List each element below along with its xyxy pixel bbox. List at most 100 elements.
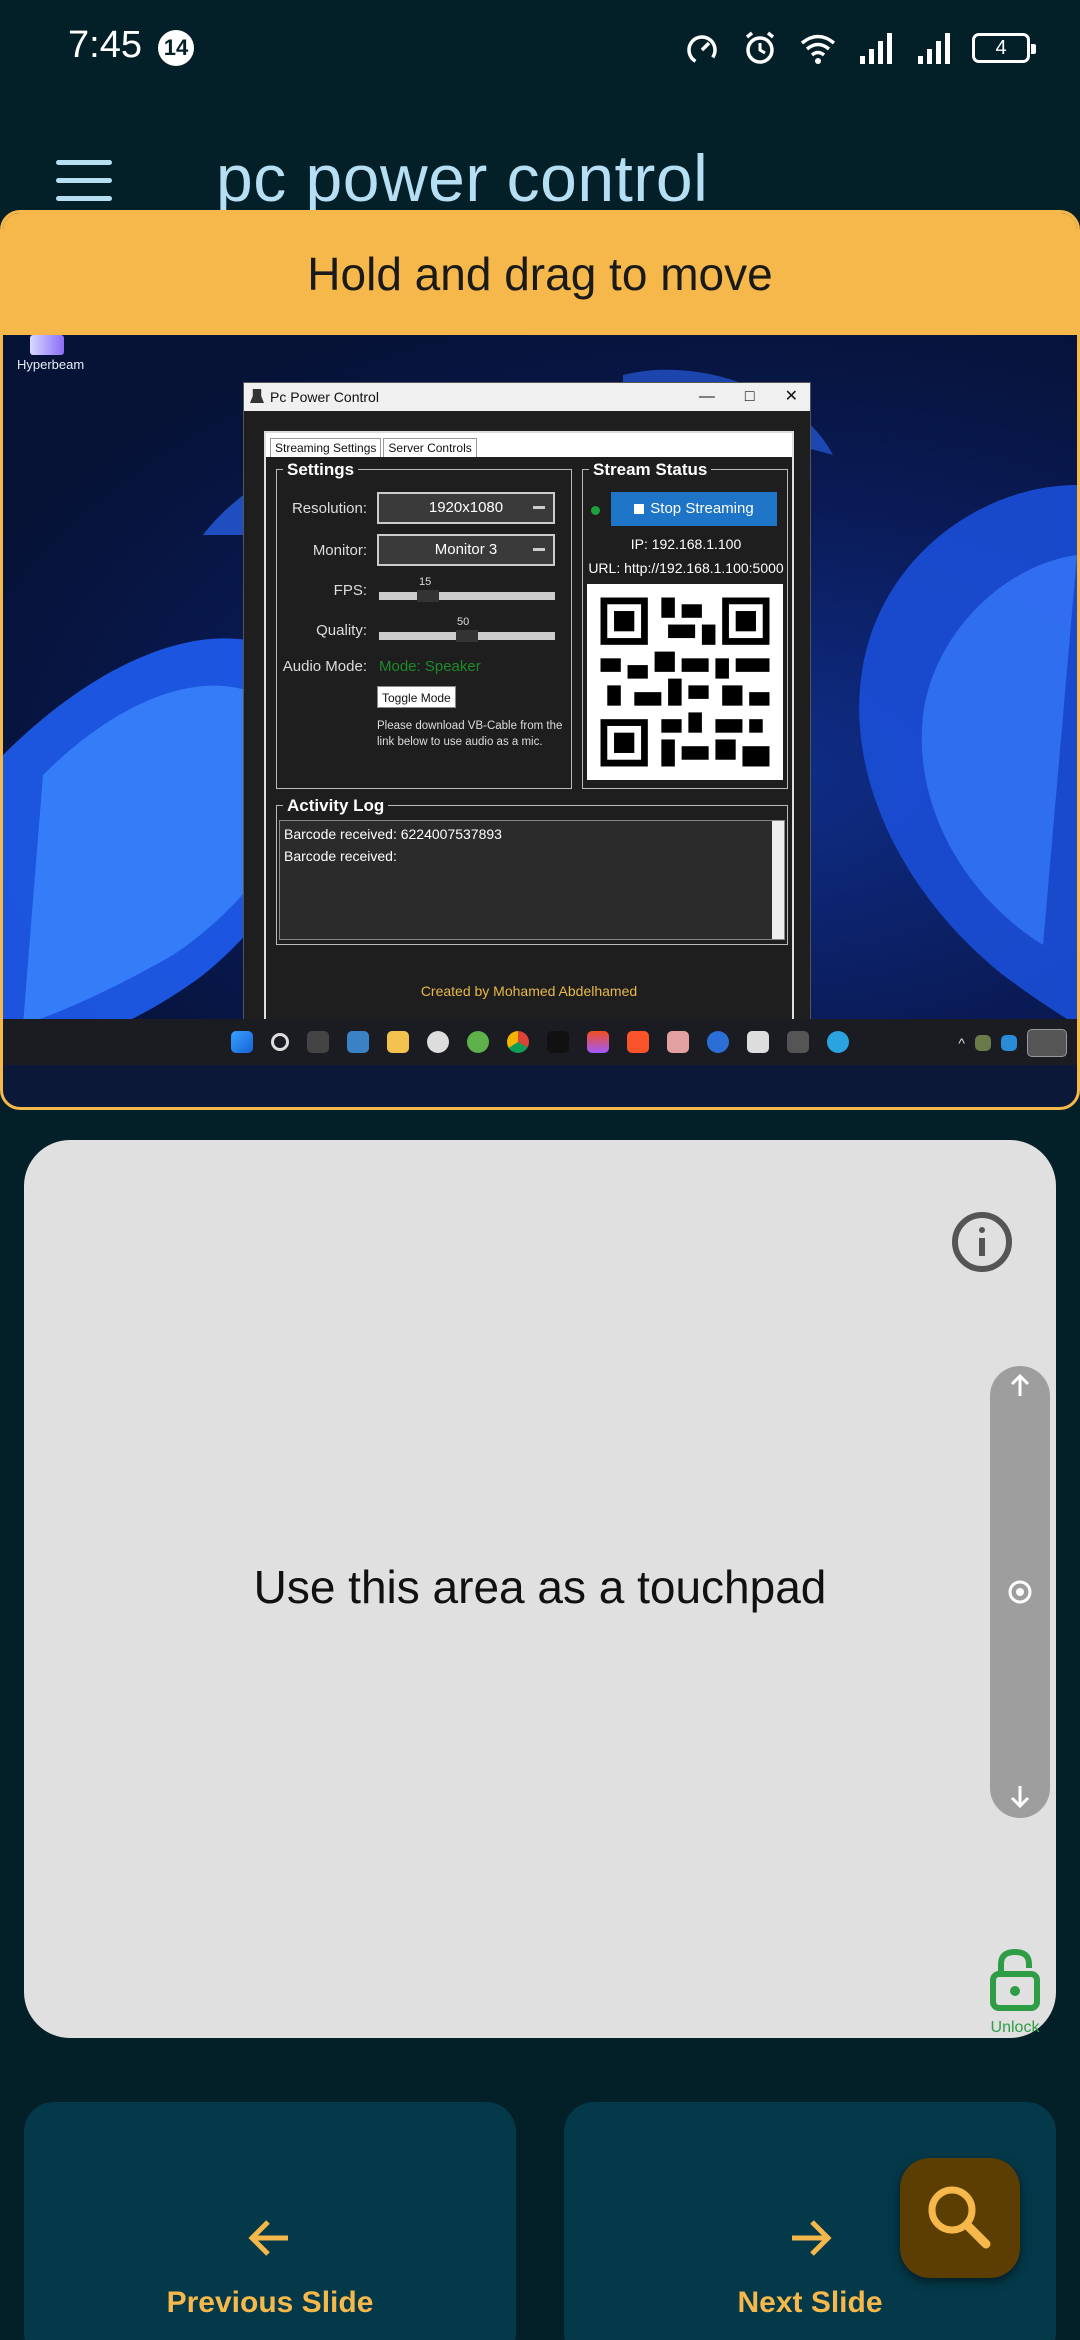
previous-slide-button[interactable]: Previous Slide [24, 2102, 516, 2340]
ip-address: IP: 192.168.1.100 [630, 536, 742, 552]
fps-value: 15 [419, 576, 432, 588]
figma-icon[interactable] [587, 1031, 609, 1053]
monitor-select[interactable]: Monitor 3 [377, 534, 555, 566]
scroll-strip[interactable] [990, 1366, 1050, 1818]
chrome-icon[interactable] [507, 1031, 529, 1053]
audio-mode-value: Mode: Speaker [379, 658, 481, 675]
desktop-shortcut-hyperbeam[interactable]: Hyperbeam [17, 335, 84, 372]
system-tray: ^ [958, 1029, 1067, 1057]
touchpad-area[interactable]: Use this area as a touchpad Unlock [24, 1140, 1056, 2038]
battery-icon: 4 [972, 33, 1036, 63]
fps-slider[interactable] [379, 590, 555, 602]
pc-power-control-taskbar-icon[interactable] [787, 1031, 809, 1053]
status-bar: 7:45 14 4 [0, 0, 1080, 96]
arrow-left-icon [24, 2214, 516, 2274]
window-content: Streaming Settings Server Controls Setti… [264, 431, 794, 1041]
remote-desktop-view[interactable]: Hyperbeam Pc Power Control — □ ✕ Streami… [3, 335, 1077, 1065]
stream-status-group: Stream Status Stop Streaming IP: 192.168… [582, 460, 788, 789]
alarm-icon [745, 31, 775, 64]
vb-cable-link[interactable] [379, 756, 429, 766]
folder-icon[interactable] [387, 1031, 409, 1053]
search-icon[interactable] [271, 1033, 289, 1051]
resolution-label: Resolution: [291, 500, 367, 517]
monitor-label: Monitor: [312, 542, 367, 559]
settings-group: Settings Resolution: 1920x1080 Monitor: … [276, 460, 572, 789]
stop-streaming-button[interactable]: Stop Streaming [611, 492, 777, 526]
previous-slide-label: Previous Slide [166, 2286, 374, 2319]
app-icon[interactable] [427, 1031, 449, 1053]
notification-badge: 14 [158, 30, 194, 66]
utorrent-icon[interactable] [467, 1031, 489, 1053]
unlock-label: Unlock [990, 2019, 1040, 2036]
maximize-icon[interactable]: □ [745, 383, 755, 411]
app-icon[interactable] [747, 1031, 769, 1053]
signal-icon-1 [860, 33, 892, 64]
tab-streaming-settings[interactable]: Streaming Settings [270, 438, 382, 457]
store-icon[interactable] [347, 1031, 369, 1053]
data-saver-icon [687, 35, 717, 65]
search-fab[interactable] [900, 2158, 1020, 2278]
windows-start-icon[interactable] [231, 1031, 253, 1053]
app-icon[interactable] [667, 1031, 689, 1053]
arrow-up-icon[interactable] [990, 1366, 1050, 1406]
activity-log-title: Activity Log [283, 796, 389, 816]
unlock-icon [990, 1948, 1040, 2011]
hyperbeam-logo-icon [30, 335, 64, 355]
stream-panel[interactable]: Hold and drag to move Hyperbeam Pc Power… [0, 210, 1080, 1110]
resolution-select[interactable]: 1920x1080 [377, 492, 555, 524]
close-icon[interactable]: ✕ [785, 383, 798, 411]
app-icon[interactable] [307, 1031, 329, 1053]
status-icons: 4 [682, 28, 1036, 68]
tray-icon[interactable] [1027, 1029, 1067, 1057]
search-icon [928, 2186, 991, 2249]
unlock-button[interactable]: Unlock [980, 1946, 1050, 2037]
desktop-shortcut-label: Hyperbeam [17, 357, 85, 372]
stream-url: URL: http://192.168.1.100:5000 [588, 560, 784, 576]
taskbar: ^ [3, 1019, 1077, 1065]
app-title: pc power control [216, 141, 709, 215]
signal-icon-2 [918, 33, 950, 64]
activity-log-textarea[interactable]: Barcode received: 6224007537893 Barcode … [279, 820, 785, 940]
tab-server-controls[interactable]: Server Controls [383, 438, 477, 457]
log-line: Barcode received: [284, 848, 397, 864]
telegram-icon[interactable] [827, 1031, 849, 1053]
toggle-mode-button[interactable]: Toggle Mode [377, 686, 456, 708]
app-bar: pc power control [0, 130, 1080, 220]
brave-icon[interactable] [627, 1031, 649, 1053]
settings-group-title: Settings [283, 460, 359, 480]
tab-bar: Streaming Settings Server Controls [266, 433, 792, 457]
app-icon[interactable] [547, 1031, 569, 1053]
info-icon[interactable] [952, 1212, 1012, 1272]
qr-code-image [587, 584, 783, 780]
touch-icon[interactable] [990, 1572, 1050, 1612]
pc-power-control-window[interactable]: Pc Power Control — □ ✕ Streaming Setting… [243, 382, 811, 1052]
stream-status-group-title: Stream Status [589, 460, 712, 480]
log-line: Barcode received: 6224007537893 [284, 826, 502, 842]
chevron-up-icon[interactable]: ^ [958, 1035, 965, 1051]
arrow-down-icon[interactable] [990, 1778, 1050, 1818]
log-scrollbar[interactable] [772, 821, 784, 939]
wifi-icon [800, 34, 836, 64]
vb-cable-note-line-1: Please download VB-Cable from the [377, 720, 563, 732]
tray-icon[interactable] [1001, 1035, 1017, 1051]
hamburger-icon[interactable] [56, 160, 112, 204]
quality-slider[interactable] [379, 630, 555, 642]
status-time: 7:45 [68, 24, 142, 66]
next-slide-label: Next Slide [737, 2286, 883, 2319]
app-icon[interactable] [707, 1031, 729, 1053]
drag-handle[interactable]: Hold and drag to move [3, 213, 1077, 335]
audio-mode-label: Audio Mode: [282, 658, 367, 675]
quality-value: 50 [457, 616, 470, 628]
activity-log-group: Activity Log Barcode received: 622400753… [276, 796, 788, 945]
quality-slider-thumb[interactable] [456, 630, 478, 642]
minimize-icon[interactable]: — [699, 383, 715, 411]
app-window-icon [250, 389, 264, 403]
vb-cable-note-line-2: link below to use audio as a mic. [377, 736, 543, 748]
window-titlebar[interactable]: Pc Power Control — □ ✕ [244, 383, 810, 411]
window-title: Pc Power Control [270, 389, 379, 405]
stream-status-indicator [591, 506, 600, 515]
fps-label: FPS: [333, 582, 367, 599]
fps-slider-thumb[interactable] [417, 590, 439, 602]
tray-icon[interactable] [975, 1035, 991, 1051]
quality-label: Quality: [316, 622, 367, 639]
